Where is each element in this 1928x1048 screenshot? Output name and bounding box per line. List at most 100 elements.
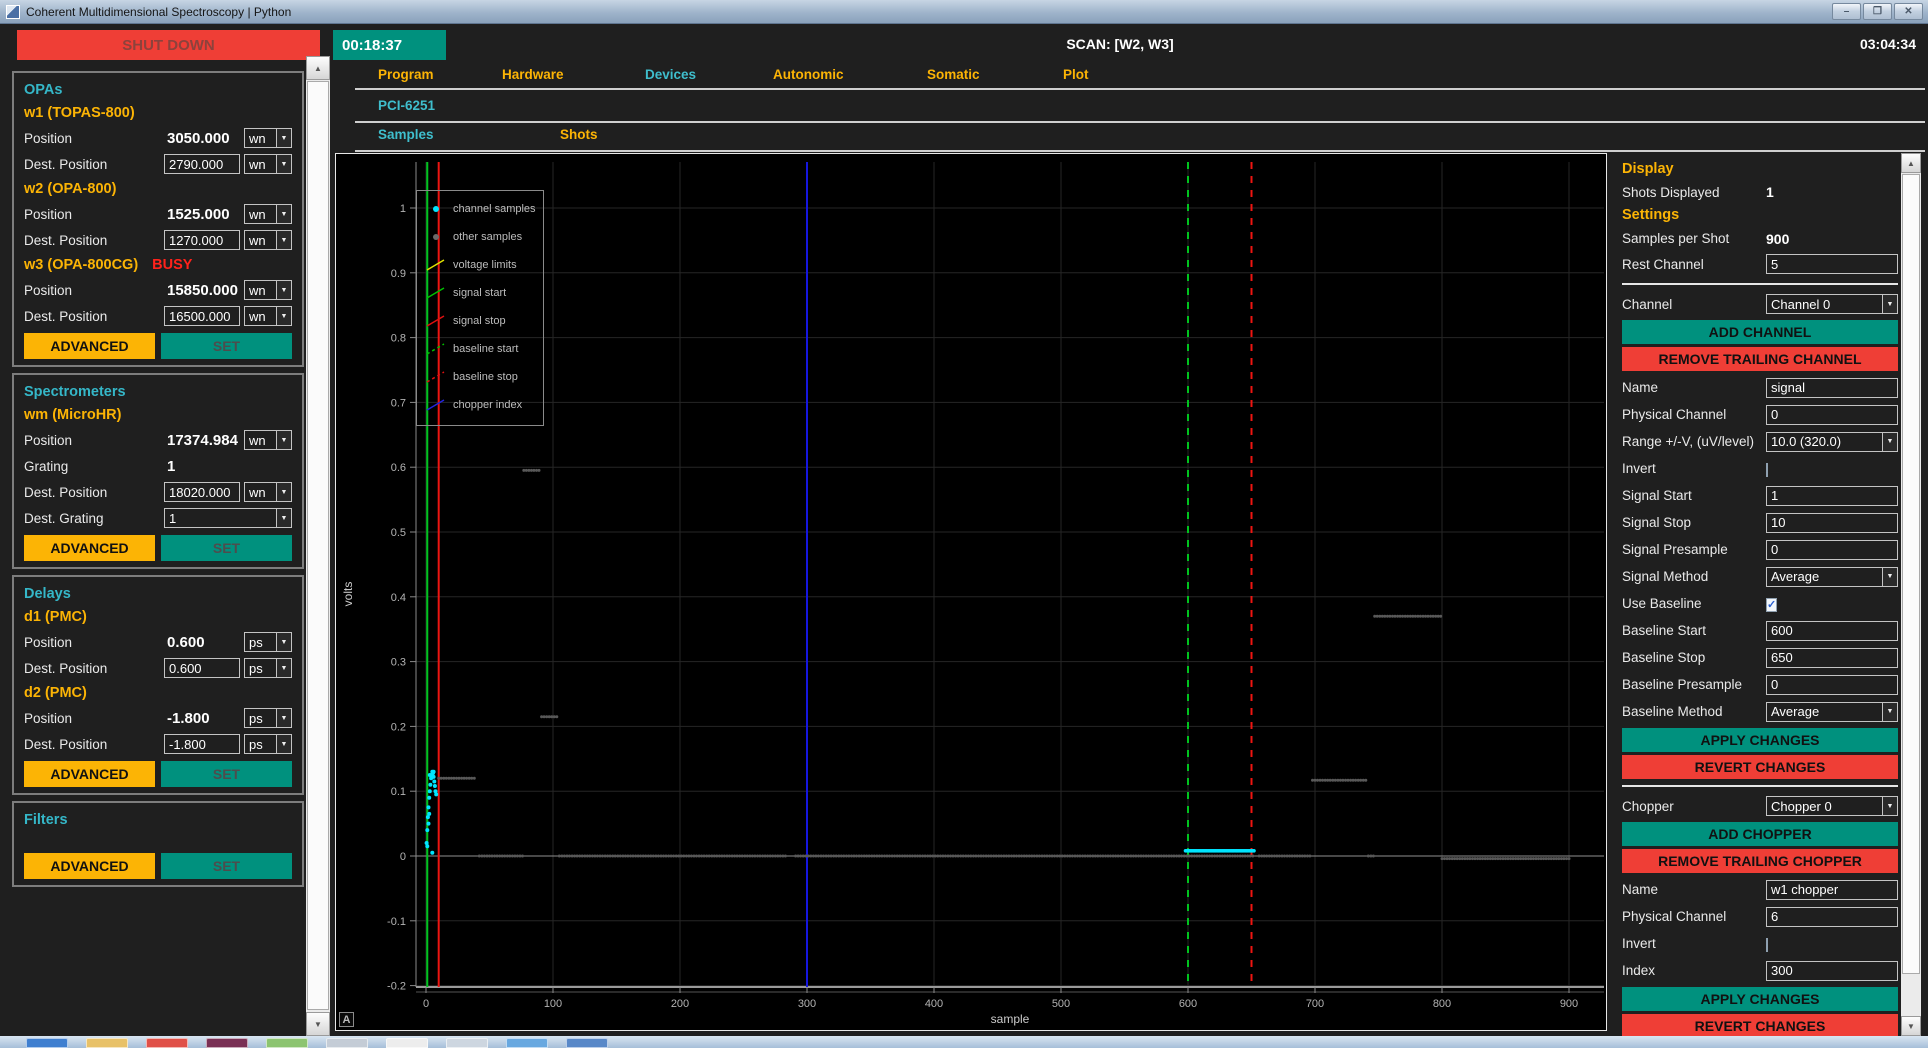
physical-channel-input[interactable] <box>1766 405 1898 425</box>
chopper-physical-channel-input[interactable] <box>1766 907 1898 927</box>
shutdown-button[interactable]: SHUT DOWN <box>17 30 320 60</box>
delays-set-button[interactable]: SET <box>161 761 292 787</box>
w2-dest-units-select[interactable]: wn▼ <box>244 230 292 250</box>
restore-button[interactable]: ❐ <box>1863 3 1892 20</box>
use-baseline-checkbox[interactable]: ✓ <box>1766 598 1777 612</box>
invert-checkbox[interactable] <box>1766 463 1768 477</box>
tab-pci-6251[interactable]: PCI-6251 <box>378 98 435 113</box>
revert-changes-button[interactable]: REVERT CHANGES <box>1622 755 1898 779</box>
svg-text:0.4: 0.4 <box>391 592 406 604</box>
opas-set-button[interactable]: SET <box>161 333 292 359</box>
w3-position-units-select[interactable]: wn▼ <box>244 280 292 300</box>
filters-set-button[interactable]: SET <box>161 853 292 879</box>
w3-dest-input[interactable] <box>164 306 240 326</box>
sidebar-scrollbar[interactable]: ▲ ▼ <box>306 56 330 1036</box>
apply-changes-button[interactable]: APPLY CHANGES <box>1622 728 1898 752</box>
wm-dest-position-input[interactable] <box>164 482 240 502</box>
svg-text:0.7: 0.7 <box>391 397 406 409</box>
tab-plot[interactable]: Plot <box>1063 67 1089 82</box>
d1-name: d1 (PMC) <box>24 605 292 629</box>
taskbar-icon[interactable] <box>566 1038 608 1048</box>
w3-dest-units-select[interactable]: wn▼ <box>244 306 292 326</box>
windows-taskbar[interactable] <box>0 1036 1928 1048</box>
legend-label: chopper index <box>453 399 522 411</box>
chopper-index-input[interactable] <box>1766 961 1898 981</box>
taskbar-icon[interactable] <box>26 1038 68 1048</box>
remove-trailing-channel-button[interactable]: REMOVE TRAILING CHANNEL <box>1622 347 1898 371</box>
range-select[interactable]: 10.0 (320.0)▼ <box>1766 432 1898 452</box>
spectrometers-advanced-button[interactable]: ADVANCED <box>24 535 155 561</box>
w2-position-units-select[interactable]: wn▼ <box>244 204 292 224</box>
d2-dest-input[interactable] <box>164 734 240 754</box>
rest-channel-input[interactable] <box>1766 254 1898 274</box>
legend-item-chopper-index: chopper index <box>423 391 543 419</box>
scroll-up-icon[interactable]: ▲ <box>306 56 330 80</box>
chevron-down-icon: ▼ <box>1882 797 1897 815</box>
taskbar-icon[interactable] <box>326 1038 368 1048</box>
w1-dest-units-select[interactable]: wn▼ <box>244 154 292 174</box>
d1-position-units-select[interactable]: ps▼ <box>244 632 292 652</box>
signal-start-input[interactable] <box>1766 486 1898 506</box>
remove-trailing-chopper-button[interactable]: REMOVE TRAILING CHOPPER <box>1622 849 1898 873</box>
chevron-down-icon: ▼ <box>276 281 291 299</box>
scrollbar-thumb[interactable] <box>307 81 329 1010</box>
tab-hardware[interactable]: Hardware <box>502 67 564 82</box>
signal-presample-input[interactable] <box>1766 540 1898 560</box>
scroll-down-icon[interactable]: ▼ <box>306 1012 330 1036</box>
autoscale-button[interactable]: A <box>339 1012 354 1027</box>
tab-somatic[interactable]: Somatic <box>927 67 980 82</box>
range-row: Range +/-V, (uV/level) 10.0 (320.0)▼ <box>1622 428 1898 455</box>
name-row: Name <box>1622 374 1898 401</box>
channel-name-input[interactable] <box>1766 378 1898 398</box>
spectrometers-set-button[interactable]: SET <box>161 535 292 561</box>
wm-position-units-select[interactable]: wn▼ <box>244 430 292 450</box>
tab-samples[interactable]: Samples <box>378 127 434 142</box>
wm-dest-grating-select[interactable]: 1▼ <box>164 508 292 528</box>
add-chopper-button[interactable]: ADD CHOPPER <box>1622 822 1898 846</box>
baseline-presample-input[interactable] <box>1766 675 1898 695</box>
chopper-revert-changes-button[interactable]: REVERT CHANGES <box>1622 1014 1898 1036</box>
d2-dest-units-select[interactable]: ps▼ <box>244 734 292 754</box>
scrollbar-thumb[interactable] <box>1902 174 1920 974</box>
close-button[interactable]: ✕ <box>1894 3 1923 20</box>
wm-dest-units-select[interactable]: wn▼ <box>244 482 292 502</box>
chopper-name-input[interactable] <box>1766 880 1898 900</box>
d1-dest-units-select[interactable]: ps▼ <box>244 658 292 678</box>
taskbar-icon[interactable] <box>386 1038 428 1048</box>
tab-shots[interactable]: Shots <box>560 127 598 142</box>
taskbar-icon[interactable] <box>266 1038 308 1048</box>
scroll-up-icon[interactable]: ▲ <box>1901 153 1921 173</box>
scroll-down-icon[interactable]: ▼ <box>1901 1016 1921 1036</box>
signal-stop-input[interactable] <box>1766 513 1898 533</box>
taskbar-icon[interactable] <box>206 1038 248 1048</box>
baseline-stop-input[interactable] <box>1766 648 1898 668</box>
samples-plot[interactable]: 10.90.80.70.60.50.40.30.20.10-0.1-0.2010… <box>335 153 1607 1031</box>
baseline-method-select[interactable]: Average▼ <box>1766 702 1898 722</box>
position-label: Position <box>24 711 160 726</box>
settings-scrollbar[interactable]: ▲ ▼ <box>1901 153 1921 1036</box>
w1-dest-input[interactable] <box>164 154 240 174</box>
d2-position-units-select[interactable]: ps▼ <box>244 708 292 728</box>
chopper-select[interactable]: Chopper 0▼ <box>1766 796 1898 816</box>
taskbar-icon[interactable] <box>446 1038 488 1048</box>
tab-autonomic[interactable]: Autonomic <box>773 67 844 82</box>
filters-advanced-button[interactable]: ADVANCED <box>24 853 155 879</box>
chopper-apply-changes-button[interactable]: APPLY CHANGES <box>1622 987 1898 1011</box>
tab-program[interactable]: Program <box>378 67 434 82</box>
w1-position-units-select[interactable]: wn▼ <box>244 128 292 148</box>
d1-dest-input[interactable] <box>164 658 240 678</box>
minimize-button[interactable]: – <box>1832 3 1861 20</box>
taskbar-icon[interactable] <box>86 1038 128 1048</box>
tab-devices[interactable]: Devices <box>645 67 696 82</box>
chopper-invert-checkbox[interactable] <box>1766 938 1768 952</box>
signal-method-select[interactable]: Average▼ <box>1766 567 1898 587</box>
taskbar-icon[interactable] <box>146 1038 188 1048</box>
add-channel-button[interactable]: ADD CHANNEL <box>1622 320 1898 344</box>
w2-dest-input[interactable] <box>164 230 240 250</box>
taskbar-icon[interactable] <box>506 1038 548 1048</box>
baseline-start-input[interactable] <box>1766 621 1898 641</box>
delays-advanced-button[interactable]: ADVANCED <box>24 761 155 787</box>
chevron-down-icon: ▼ <box>276 735 291 753</box>
channel-select[interactable]: Channel 0▼ <box>1766 294 1898 314</box>
opas-advanced-button[interactable]: ADVANCED <box>24 333 155 359</box>
